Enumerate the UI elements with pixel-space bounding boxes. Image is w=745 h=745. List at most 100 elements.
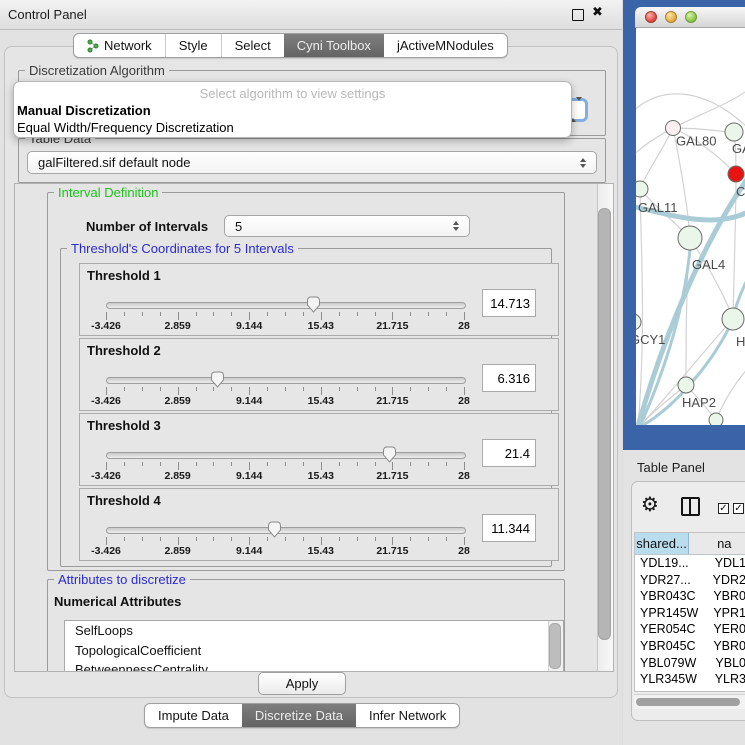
attributes-scrollbar[interactable] <box>548 621 563 672</box>
cell-name[interactable]: YBL0 <box>709 655 745 672</box>
column-header-name[interactable]: na <box>689 533 745 554</box>
cell-shared-name[interactable]: YPR145W <box>635 605 707 622</box>
network-edge[interactable] <box>638 189 642 425</box>
cell-shared-name[interactable]: YDL19... <box>635 555 709 572</box>
table-row[interactable]: YBL079WYBL0 <box>635 655 745 672</box>
slider-track[interactable] <box>106 527 466 534</box>
num-intervals-combo[interactable]: 5 <box>224 215 470 237</box>
minimize-traffic-light[interactable] <box>665 11 677 23</box>
menu-item-equal-width-frequency[interactable]: Equal Width/Frequency Discretization <box>17 120 234 135</box>
interval-definition-label: Interval Definition <box>54 185 162 200</box>
threshold-value-field[interactable]: 21.4 <box>482 439 536 467</box>
float-window-icon[interactable] <box>572 9 584 21</box>
network-edge[interactable] <box>690 238 733 319</box>
slider-track[interactable] <box>106 452 466 459</box>
numerical-attributes-list[interactable]: SelfLoopsTopologicalCoefficientBetweenne… <box>64 620 564 672</box>
table-row[interactable]: YER054CYER0 <box>635 621 745 638</box>
table-row[interactable]: YBR043CYBR0 <box>635 588 745 605</box>
table-row[interactable]: YDL19...YDL1 <box>635 555 745 572</box>
checkbox-icon[interactable]: ✓ <box>733 503 744 514</box>
cell-shared-name[interactable]: YBR045C <box>635 638 707 655</box>
zoom-traffic-light[interactable] <box>685 11 697 23</box>
network-edge[interactable] <box>716 368 745 420</box>
cell-name[interactable]: YLR3 <box>709 671 745 688</box>
network-node[interactable] <box>725 123 743 141</box>
split-columns-icon[interactable] <box>681 497 700 516</box>
cell-name[interactable]: YBR0 <box>707 588 745 605</box>
slider-thumb[interactable] <box>306 296 321 313</box>
slider-track[interactable] <box>106 302 466 309</box>
threshold-panel-2: Threshold 2-3.4262.8599.14415.4321.71528… <box>79 338 559 411</box>
top-tab-style[interactable]: Style <box>165 34 221 57</box>
table-horizontal-scrollbar[interactable] <box>634 694 745 709</box>
threshold-value-field[interactable]: 14.713 <box>482 289 536 317</box>
table-data-combo[interactable]: galFiltered.sif default node <box>27 151 597 174</box>
slider-track[interactable] <box>106 377 466 384</box>
checkbox-icon[interactable]: ✓ <box>718 503 729 514</box>
attribute-list-item[interactable]: TopologicalCoefficient <box>65 641 563 661</box>
network-node[interactable] <box>728 166 744 182</box>
cell-name[interactable]: YIL0 <box>713 688 745 692</box>
cell-name[interactable]: YER0 <box>707 621 745 638</box>
threshold-slider[interactable]: -3.4262.8599.14415.4321.71528 <box>106 446 464 484</box>
cell-name[interactable]: YBR0 <box>707 638 745 655</box>
top-tab-jactivemnodules[interactable]: jActiveMNodules <box>384 34 507 57</box>
network-canvas[interactable]: GAL80GACGAL11GAL4GCY1HHAP2 <box>636 28 745 425</box>
table-row[interactable]: YDR27...YDR2 <box>635 572 745 589</box>
table-row[interactable]: YBR045CYBR0 <box>635 638 745 655</box>
network-node[interactable] <box>636 181 648 197</box>
network-node[interactable] <box>709 413 723 425</box>
menu-item-manual-discretization[interactable]: Manual Discretization <box>17 103 151 118</box>
slider-thumb[interactable] <box>210 371 225 388</box>
threshold-slider[interactable]: -3.4262.8599.14415.4321.71528 <box>106 296 464 334</box>
attribute-list-item[interactable]: SelfLoops <box>65 621 563 641</box>
cell-shared-name[interactable]: YBL079W <box>635 655 709 672</box>
cell-name[interactable]: YDL1 <box>709 555 745 572</box>
top-tab-network[interactable]: Network <box>74 34 165 57</box>
cell-shared-name[interactable]: YLR345W <box>635 671 709 688</box>
threshold-value-field[interactable]: 6.316 <box>482 364 536 392</box>
table-row[interactable]: YLR345WYLR3 <box>635 671 745 688</box>
scale-label: 21.715 <box>376 545 408 557</box>
top-tab-cyni-toolbox[interactable]: Cyni Toolbox <box>284 34 384 57</box>
apply-button[interactable]: Apply <box>258 672 346 695</box>
attribute-list-item[interactable]: BetweennessCentrality <box>65 660 563 672</box>
close-traffic-light[interactable] <box>645 11 657 23</box>
network-node[interactable] <box>636 314 641 330</box>
network-node[interactable] <box>678 226 702 250</box>
bottom-tab-discretize-data[interactable]: Discretize Data <box>242 704 356 727</box>
node-label: GAL11 <box>638 200 678 215</box>
tick-mark <box>357 537 358 541</box>
threshold-value-field[interactable]: 11.344 <box>482 514 536 542</box>
network-edge[interactable] <box>686 319 733 385</box>
tick-mark <box>446 537 447 541</box>
num-intervals-label: Number of Intervals <box>86 219 208 234</box>
settings-scrollbar-thumb[interactable] <box>598 208 611 640</box>
slider-thumb[interactable] <box>382 446 397 463</box>
threshold-slider[interactable]: -3.4262.8599.14415.4321.71528 <box>106 371 464 409</box>
close-icon[interactable]: ✖ <box>592 5 603 20</box>
slider-thumb[interactable] <box>267 521 282 538</box>
top-tab-select[interactable]: Select <box>221 34 284 57</box>
cell-name[interactable]: YPR1 <box>707 605 745 622</box>
bottom-tab-infer-network[interactable]: Infer Network <box>356 704 459 727</box>
bottom-tab-impute-data[interactable]: Impute Data <box>145 704 242 727</box>
cell-shared-name[interactable]: YER054C <box>635 621 707 638</box>
cell-shared-name[interactable]: YBR043C <box>635 588 707 605</box>
attributes-scrollbar-thumb[interactable] <box>549 623 561 669</box>
table-scrollbar-thumb[interactable] <box>636 698 740 706</box>
gear-icon[interactable]: ⚙ <box>641 492 659 516</box>
node-label: GA <box>732 141 745 156</box>
table-row[interactable]: YPR145WYPR1 <box>635 605 745 622</box>
table-row[interactable]: YIL052CYIL0 <box>635 688 745 692</box>
threshold-slider[interactable]: -3.4262.8599.14415.4321.71528 <box>106 521 464 559</box>
settings-vertical-scrollbar[interactable] <box>597 184 613 671</box>
network-node[interactable] <box>678 377 694 393</box>
network-edge[interactable] <box>636 94 745 128</box>
scale-label: -3.426 <box>91 320 121 332</box>
column-header-shared-name[interactable]: shared... <box>635 533 689 554</box>
cell-name[interactable]: YDR2 <box>707 572 745 589</box>
cell-shared-name[interactable]: YIL052C <box>635 688 713 692</box>
cell-shared-name[interactable]: YDR27... <box>635 572 707 589</box>
network-node[interactable] <box>722 308 744 330</box>
